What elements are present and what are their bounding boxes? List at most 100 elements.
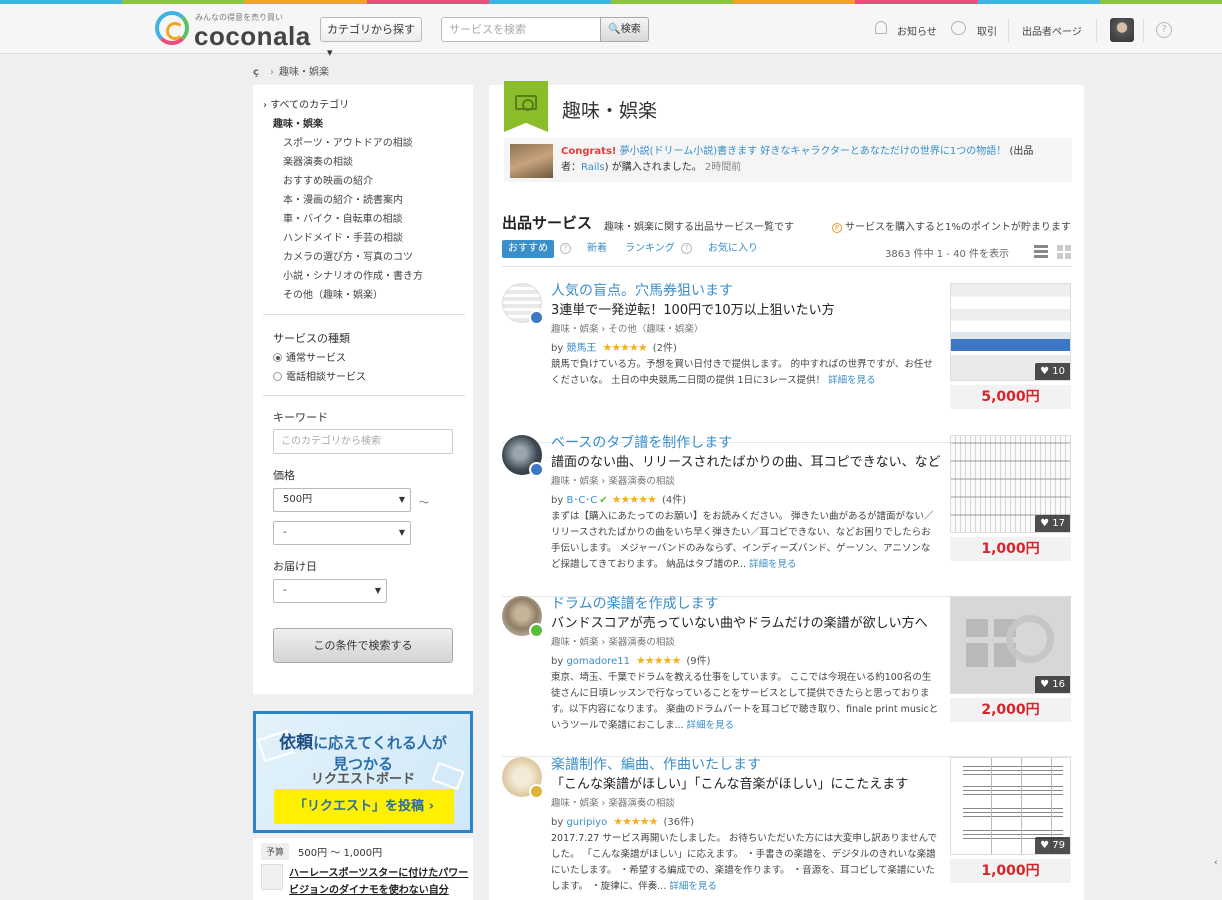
result-count: 3863 件中 1 - 40 件を表示: [885, 249, 1010, 260]
service-item: ドラムの楽譜を作成します バンドスコアが売っていない曲やドラムだけの楽譜が欲しい…: [502, 596, 1072, 757]
service-seller: by 競馬王 ★★★★★ (2件): [551, 339, 677, 354]
seller-name-link[interactable]: gomadore11: [566, 656, 630, 667]
tab-new[interactable]: 新着: [587, 240, 607, 258]
radio-icon[interactable]: [273, 372, 282, 381]
seller-name-link[interactable]: 競馬王: [566, 343, 596, 354]
subcategory-link[interactable]: おすすめ映画の紹介: [283, 172, 373, 187]
favorite-count[interactable]: ♥ 79: [1035, 837, 1070, 854]
service-price: 1,000円: [950, 537, 1071, 561]
search-button[interactable]: 🔍検索: [600, 17, 649, 42]
purchase-notice-text: Congrats! 夢小説(ドリーム小説)書きます 好きなキャラクターとあなただ…: [561, 144, 1051, 176]
service-title-link[interactable]: ベースのタブ譜を制作します: [551, 432, 732, 452]
current-category[interactable]: 趣味・娯楽: [273, 115, 323, 130]
service-title-link[interactable]: 楽譜制作、編曲、作曲いたします: [551, 754, 761, 774]
congrats-seller-link[interactable]: Rails: [581, 162, 605, 173]
by-label: by: [551, 817, 564, 828]
delivery-select[interactable]: - ▼: [273, 579, 387, 603]
congrats-time: 2時間前: [704, 162, 742, 173]
banner-highlight: 依頼: [279, 733, 314, 753]
seller-rank-medal-icon: [529, 623, 544, 638]
subcategory-link[interactable]: ハンドメイド・手芸の相談: [283, 229, 403, 244]
service-type-phone[interactable]: 電話相談サービス: [273, 368, 366, 383]
price-max-select[interactable]: - ▼: [273, 521, 411, 545]
radio-label: 通常サービス: [286, 353, 346, 364]
review-count: (9件): [686, 656, 711, 667]
help-icon[interactable]: ?: [1156, 22, 1172, 38]
service-thumbnail[interactable]: ♥ 10: [950, 283, 1071, 381]
filter-sidebar: › すべてのカテゴリ 趣味・娯楽 スポーツ・アウトドアの相談 楽器演奏の相談 お…: [253, 85, 473, 694]
service-price: 5,000円: [950, 385, 1071, 409]
search-with-conditions-button[interactable]: この条件で検索する: [273, 628, 453, 663]
service-title-link[interactable]: ドラムの楽譜を作成します: [551, 593, 719, 613]
review-count: (36件): [663, 817, 695, 828]
favorite-count[interactable]: ♥ 17: [1035, 515, 1070, 532]
favorite-count[interactable]: ♥ 10: [1035, 363, 1070, 380]
tab-favorites[interactable]: お気に入り: [708, 240, 758, 258]
purchase-notice-image[interactable]: [510, 144, 553, 178]
request-title[interactable]: ハーレースポーツスターに付けたパワービジョンのダイナモを使わない自分: [289, 865, 469, 899]
service-thumbnail[interactable]: ♥ 79: [950, 757, 1071, 855]
service-type-normal[interactable]: 通常サービス: [273, 349, 346, 364]
service-title-link[interactable]: 人気の盲点。穴馬券狙います: [551, 280, 733, 300]
service-thumbnail[interactable]: ♥ 16: [950, 596, 1071, 694]
tab-recommended[interactable]: おすすめ: [502, 240, 554, 258]
details-link[interactable]: 詳細を見る: [687, 720, 735, 731]
all-categories-label: すべてのカテゴリ: [270, 100, 350, 111]
notifications-link[interactable]: お知らせ: [897, 23, 937, 38]
help-icon[interactable]: ?: [681, 243, 692, 254]
subcategory-link[interactable]: 本・漫画の紹介・読書案内: [283, 191, 403, 206]
budget-tag: 予算: [261, 843, 290, 860]
subcategory-link[interactable]: その他（趣味・娯楽）: [283, 286, 383, 301]
subcategory-link[interactable]: 楽器演奏の相談: [283, 153, 353, 168]
service-thumbnail[interactable]: ♥ 17: [950, 435, 1071, 533]
radio-selected-icon[interactable]: [273, 353, 282, 362]
price-range-tilde: ～: [419, 498, 429, 509]
dropdown-arrow-icon: ▼: [398, 495, 405, 504]
coconala-placeholder-icon: [1006, 615, 1054, 663]
category-menu-button[interactable]: カテゴリから探す ▾: [320, 17, 422, 59]
review-count: (2件): [652, 343, 677, 354]
points-note: P サービスを購入すると1%のポイントが貯まります: [832, 218, 1071, 233]
category-badge: [504, 81, 548, 132]
help-icon[interactable]: ?: [560, 243, 571, 254]
congrats-service-link[interactable]: 夢小説(ドリーム小説)書きます 好きなキャラクターとあなただけの世界に1つの物語…: [620, 146, 1007, 157]
all-categories-link[interactable]: › すべてのカテゴリ: [263, 96, 349, 111]
price-max-value: -: [283, 527, 287, 538]
grid-view-icon[interactable]: [1057, 245, 1071, 259]
budget-value: 500円 ～ 1,000円: [298, 848, 383, 859]
price-label: 価格: [273, 469, 295, 482]
subcategory-link[interactable]: スポーツ・アウトドアの相談: [283, 134, 413, 149]
by-label: by: [551, 343, 564, 354]
subcategory-link[interactable]: 小説・シナリオの作成・書き方: [283, 267, 423, 282]
request-card[interactable]: 予算 500円 ～ 1,000円 ハーレースポーツスターに付けたパワービジョンの…: [253, 838, 473, 900]
request-board-banner[interactable]: 依頼に応えてくれる人が 見つかる リクエストボード 「リクエスト」を投稿 ›: [253, 711, 473, 833]
subcategory-link[interactable]: カメラの選び方・写真のコツ: [283, 248, 413, 263]
seller-page-link[interactable]: 出品者ページ: [1022, 23, 1082, 38]
user-avatar[interactable]: [1110, 18, 1134, 42]
list-view-icon[interactable]: [1034, 245, 1048, 258]
details-link[interactable]: 詳細を見る: [749, 559, 797, 570]
seller-name-link[interactable]: guripiyo: [566, 817, 607, 828]
details-link[interactable]: 詳細を見る: [669, 881, 717, 892]
radio-label: 電話相談サービス: [286, 372, 366, 383]
seller-name-link[interactable]: B･C･C: [566, 495, 597, 506]
home-icon[interactable]: ç: [253, 67, 265, 78]
breadcrumb-current[interactable]: 趣味・娯楽: [279, 67, 329, 78]
subcategory-link[interactable]: 車・バイク・自転車の相談: [283, 210, 403, 225]
tab-ranking[interactable]: ランキング: [625, 240, 675, 258]
post-request-button[interactable]: 「リクエスト」を投稿 ›: [274, 789, 454, 824]
star-rating-icon: ★★★★★: [611, 493, 657, 506]
favorite-count[interactable]: ♥ 16: [1035, 676, 1070, 693]
search-input[interactable]: [441, 17, 601, 42]
service-item: ベースのタブ譜を制作します 譜面のない曲、リリースされたばかりの曲、耳コピできな…: [502, 435, 1072, 597]
keyword-input[interactable]: [273, 429, 453, 454]
details-link[interactable]: 詳細を見る: [828, 375, 876, 386]
price-min-select[interactable]: 500円 ▼: [273, 488, 411, 512]
coconala-logo[interactable]: みんなの得意を売り買い coconala: [155, 9, 310, 51]
header-divider: [1096, 18, 1097, 42]
dropdown-arrow-icon: ▼: [374, 586, 381, 595]
page-title: 趣味・娯楽: [562, 100, 658, 122]
service-description-text: 2017.7.27 サービス再開いたしました。 お待ちいただいた方には大変申し訳…: [551, 833, 938, 892]
transactions-link[interactable]: 取引: [977, 23, 997, 38]
service-seller: by guripiyo ★★★★★ (36件): [551, 813, 694, 828]
